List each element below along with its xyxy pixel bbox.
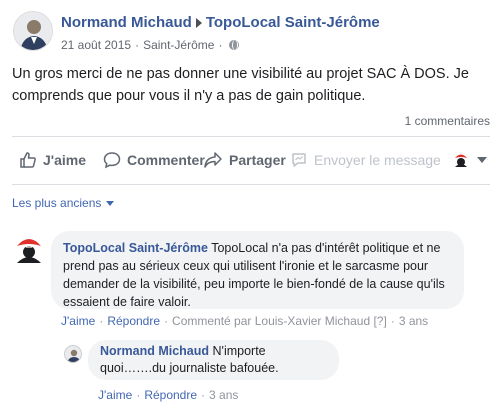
messenger-icon (292, 153, 306, 167)
reply-like-link[interactable]: J'aime (98, 388, 132, 402)
thumbs-up-icon (20, 152, 36, 168)
divider (12, 136, 490, 137)
divider (12, 184, 490, 185)
comment-button[interactable]: Commenter (103, 151, 205, 169)
share-arrow-icon (204, 152, 222, 168)
send-message-button[interactable]: Envoyer le message (290, 151, 441, 169)
comment-author-link[interactable]: TopoLocal Saint-Jérôme (63, 241, 208, 255)
chevron-down-icon (106, 200, 115, 206)
comment-bubble: TopoLocal Saint-Jérôme TopoLocal n'a pas… (51, 231, 464, 309)
reply-bubble: Normand Michaud N'importe quoi…….du jour… (88, 340, 339, 380)
action-separator: · (136, 388, 141, 402)
commenter-avatar[interactable] (13, 233, 45, 265)
comment-bubble-icon (103, 152, 121, 169)
post-text: Un gros merci de ne pas donner une visib… (12, 66, 469, 104)
send-message-label: Envoyer le message (314, 152, 441, 168)
globe-icon[interactable] (229, 40, 240, 50)
share-label: Partager (229, 152, 286, 168)
comment-reply-link[interactable]: Répondre (107, 314, 160, 328)
target-page-link[interactable]: TopoLocal Saint-Jérôme (206, 14, 380, 31)
reply-time-link[interactable]: 3 ans (209, 388, 238, 402)
comment-sort-dropdown[interactable]: Les plus anciens (12, 196, 115, 210)
info-badge[interactable]: [?] (373, 314, 386, 328)
meta-separator: · (135, 38, 140, 52)
arrow-right-icon (195, 17, 202, 28)
page-logo-icon (13, 233, 45, 265)
reply-author-avatar[interactable] (64, 345, 82, 363)
action-separator: · (164, 314, 169, 328)
reply-actions: J'aime · Répondre · 3 ans (98, 388, 238, 402)
meta-separator: · (218, 38, 223, 52)
comment-label: Commenter (127, 152, 205, 168)
post-meta: 21 août 2015 · Saint-Jérôme · (61, 38, 240, 52)
author-name-link[interactable]: Normand Michaud (61, 14, 192, 31)
share-button[interactable]: Partager (203, 151, 286, 169)
reply-reply-link[interactable]: Répondre (144, 388, 197, 402)
post-location-link[interactable]: Saint-Jérôme (143, 38, 214, 52)
page-logo-icon (452, 151, 470, 169)
post-date-link[interactable]: 21 août 2015 (61, 38, 131, 52)
page-selector[interactable] (452, 151, 487, 169)
reply-author-link[interactable]: Normand Michaud (100, 344, 209, 358)
author-avatar[interactable] (13, 11, 53, 51)
action-separator: · (99, 314, 104, 328)
sort-label: Les plus anciens (12, 196, 102, 210)
comment-time-link[interactable]: 3 ans (399, 314, 428, 328)
commented-by-text: Commenté par Louis-Xavier Michaud (172, 314, 371, 328)
like-label: J'aime (43, 152, 87, 168)
action-separator: · (201, 388, 206, 402)
action-separator: · (390, 314, 395, 328)
chevron-down-icon (477, 157, 487, 163)
comment-actions: J'aime · Répondre · Commenté par Louis-Xavie… (61, 314, 428, 328)
like-button[interactable]: J'aime (19, 151, 86, 169)
comment-like-link[interactable]: J'aime (61, 314, 95, 328)
post-header-title: Normand Michaud TopoLocal Saint-Jérôme (61, 14, 380, 31)
comment-count-link[interactable]: 1 commentaires (405, 114, 490, 128)
